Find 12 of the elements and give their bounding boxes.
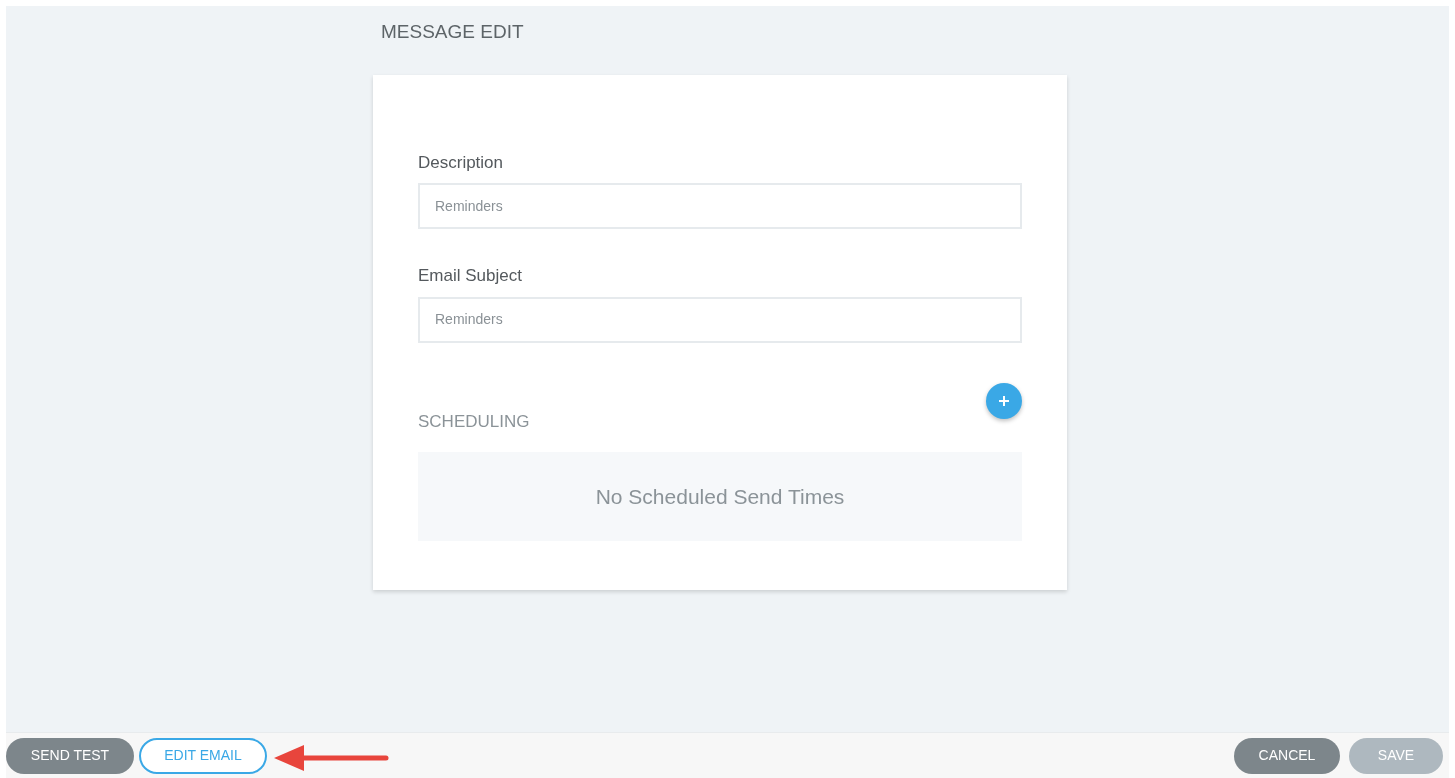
- footer-button[interactable]: SEND TEST: [6, 737, 134, 774]
- field-label: Email Subject: [418, 265, 523, 287]
- empty-message: No Scheduled Send Times: [595, 483, 845, 510]
- field-label: Description: [418, 151, 505, 174]
- plus-icon: [998, 394, 1010, 407]
- text-field[interactable]: Reminders: [418, 296, 1022, 343]
- footer-button[interactable]: CANCEL: [1234, 737, 1340, 774]
- add-button[interactable]: [986, 382, 1022, 419]
- text-field[interactable]: Reminders: [418, 183, 1022, 229]
- section-heading: SCHEDULING: [418, 410, 530, 433]
- page-title: MESSAGE EDIT: [381, 20, 524, 44]
- footer-button[interactable]: EDIT EMAIL: [139, 737, 267, 774]
